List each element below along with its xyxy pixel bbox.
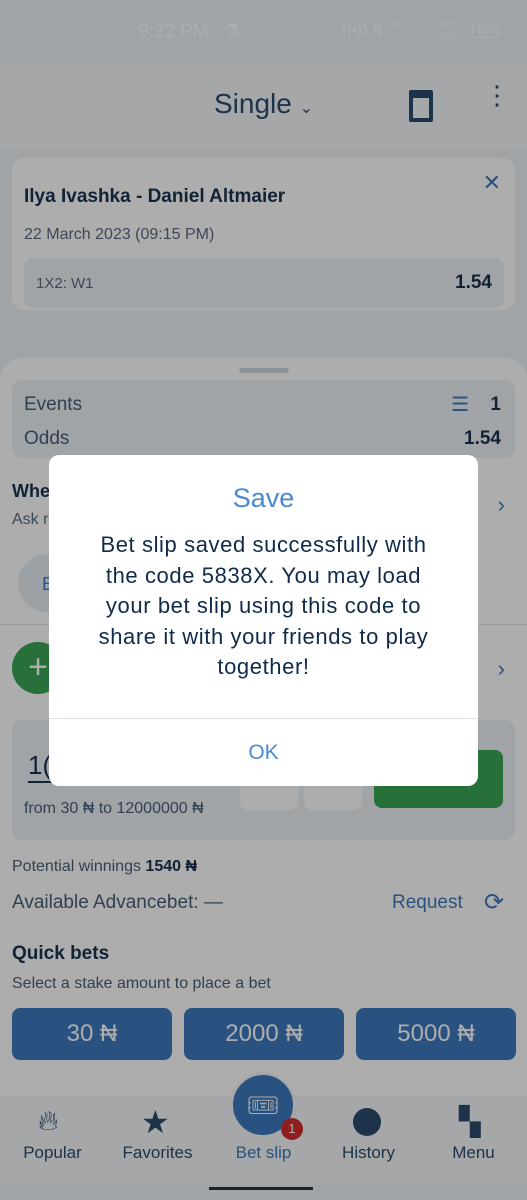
- save-dialog: Save Bet slip saved successfully with th…: [49, 455, 478, 786]
- dialog-message: Bet slip saved successfully with the cod…: [98, 532, 429, 679]
- dialog-title: Save: [232, 483, 295, 513]
- ok-button[interactable]: OK: [49, 719, 478, 786]
